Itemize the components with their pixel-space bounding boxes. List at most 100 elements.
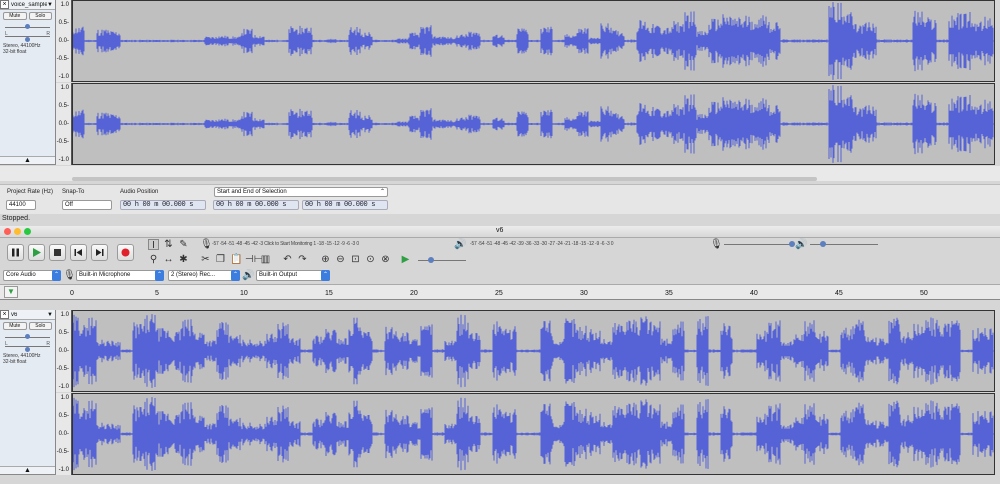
snap-to-select[interactable]: Off xyxy=(62,200,112,210)
close-track-icon[interactable]: × xyxy=(0,310,9,319)
scale-label: -1.0 xyxy=(59,384,69,390)
scale-label: 0.5- xyxy=(59,413,69,419)
track-name-menu[interactable]: voice_sample xyxy=(9,2,47,8)
zoom-window-icon[interactable] xyxy=(24,228,31,235)
output-volume-knob[interactable] xyxy=(820,241,826,247)
mixer-speaker-icon[interactable]: 🔊 xyxy=(795,239,806,250)
skip-to-end-button[interactable] xyxy=(91,244,108,261)
timeshift-tool-icon[interactable]: ↔ xyxy=(163,254,174,265)
amplitude-scale: 1.0 0.5- 0.0- -0.5- -1.0 xyxy=(56,393,72,475)
scale-label: 0.0- xyxy=(59,348,69,354)
dropdown-arrow-icon[interactable]: ▼ xyxy=(47,2,55,8)
track-header: × voice_sample ▼ xyxy=(0,0,55,10)
zoom-in-icon[interactable]: ⊕ xyxy=(320,254,331,265)
track-name-menu[interactable]: v6 xyxy=(9,312,47,318)
selection-mode-select[interactable]: Start and End of Selection ⌃ xyxy=(214,187,388,197)
scale-label: 0.5- xyxy=(59,20,69,26)
copy-icon[interactable]: ❐ xyxy=(215,254,226,265)
record-button[interactable] xyxy=(117,244,134,261)
pan-right-label: R xyxy=(46,31,50,37)
solo-button[interactable]: Solo xyxy=(29,322,53,330)
timeline-tick-label: 20 xyxy=(410,290,418,297)
collapse-track-icon[interactable]: ▲ xyxy=(0,156,55,164)
cut-icon[interactable]: ✂ xyxy=(200,254,211,265)
input-device-select[interactable]: Built-in Microphone⌃ xyxy=(76,270,164,281)
waveform-channel-left[interactable] xyxy=(72,0,995,82)
zoom-tool-icon[interactable]: ⚲ xyxy=(148,254,159,265)
scale-label: 0.0- xyxy=(59,38,69,44)
title-bar: v6 xyxy=(0,226,1000,238)
mute-button[interactable]: Mute xyxy=(3,12,27,20)
track-header: × v6 ▼ xyxy=(0,310,55,320)
pan-right-label: R xyxy=(46,341,50,347)
close-window-icon[interactable] xyxy=(4,228,11,235)
amplitude-scale: 1.0 0.5- 0.0- -0.5- -1.0 xyxy=(56,83,72,165)
paste-icon[interactable]: 📋 xyxy=(230,254,241,265)
waveform-channel-right[interactable] xyxy=(72,393,995,475)
gain-slider[interactable] xyxy=(5,333,50,341)
pause-button[interactable] xyxy=(7,244,24,261)
window-title: v6 xyxy=(496,227,503,234)
timeline-tick-label: 35 xyxy=(665,290,673,297)
input-volume-slider[interactable] xyxy=(724,244,792,245)
pan-left-label: L xyxy=(5,341,8,347)
stop-button[interactable] xyxy=(49,244,66,261)
mixer-microphone-icon[interactable]: 🎙 xyxy=(710,239,721,250)
scale-label: -0.5- xyxy=(57,56,69,62)
timeline-tick-label: 30 xyxy=(580,290,588,297)
updown-icon: ⌃ xyxy=(380,188,385,196)
track-bitdepth: 32-bit float xyxy=(3,49,52,55)
channels-select[interactable]: 2 (Stereo) Rec...⌃ xyxy=(168,270,240,281)
redo-icon[interactable]: ↷ xyxy=(297,254,308,265)
scale-label: -0.5- xyxy=(57,366,69,372)
speaker-icon[interactable]: 🔊 xyxy=(454,239,465,250)
fit-selection-icon[interactable]: ⊡ xyxy=(350,254,361,265)
chevron-icon: ⌃ xyxy=(155,270,164,281)
timeline-tick-label: 15 xyxy=(325,290,333,297)
play-at-speed-icon[interactable]: ▶ xyxy=(400,254,411,265)
timeline-ruler[interactable]: ▼ 051015202530354045505 xyxy=(0,284,1000,300)
amplitude-scale: 1.0 0.5- 0.0- -0.5- -1.0 xyxy=(56,310,72,392)
record-meter-microphone-icon[interactable]: 🎙 xyxy=(200,239,211,250)
gain-slider[interactable] xyxy=(5,23,50,31)
audio-host-select[interactable]: Core Audio⌃ xyxy=(3,270,61,281)
pan-slider[interactable]: LR xyxy=(5,342,50,350)
dropdown-arrow-icon[interactable]: ▼ xyxy=(47,312,55,318)
trim-icon[interactable]: ⊣⊢ xyxy=(245,254,256,265)
waveform-channel-left[interactable] xyxy=(72,310,995,392)
project-rate-combo[interactable]: 44100 xyxy=(6,200,36,210)
pan-slider[interactable]: LR xyxy=(5,32,50,40)
horizontal-scrollbar[interactable] xyxy=(72,177,817,181)
fit-project-icon[interactable]: ⊙ xyxy=(365,254,376,265)
zoom-out-icon[interactable]: ⊖ xyxy=(335,254,346,265)
minimize-window-icon[interactable] xyxy=(14,228,21,235)
project-rate-label: Project Rate (Hz) xyxy=(7,189,53,195)
close-track-icon[interactable]: × xyxy=(0,0,9,9)
draw-tool-icon[interactable]: ✎ xyxy=(178,239,189,250)
play-speed-slider[interactable] xyxy=(418,260,466,261)
multi-tool-icon[interactable]: ✱ xyxy=(178,254,189,265)
playback-meter[interactable]: -57 -54 -51 -48 -45 -42 -39 -36 -33 -30 … xyxy=(470,241,705,249)
play-button[interactable] xyxy=(28,244,45,261)
output-device-select[interactable]: Built-in Output⌃ xyxy=(256,270,330,281)
selection-start-time[interactable]: 00 h 00 m 00.000 s xyxy=(213,200,299,210)
play-speed-knob[interactable] xyxy=(428,257,434,263)
selection-mode-value: Start and End of Selection xyxy=(217,189,287,195)
waveform-channel-right[interactable] xyxy=(72,83,995,165)
audio-position-label: Audio Position xyxy=(120,189,158,195)
silence-icon[interactable]: ▥ xyxy=(260,254,271,265)
play-head-icon[interactable]: ▼ xyxy=(4,286,18,298)
undo-icon[interactable]: ↶ xyxy=(282,254,293,265)
mute-button[interactable]: Mute xyxy=(3,322,27,330)
selection-tool-icon[interactable]: I xyxy=(148,239,159,250)
record-meter[interactable]: -57 -54 -51 -48 -45 -42 -3 Click to Star… xyxy=(212,241,447,249)
zoom-toggle-icon[interactable]: ⊗ xyxy=(380,254,391,265)
collapse-track-icon[interactable]: ▲ xyxy=(0,466,55,474)
envelope-tool-icon[interactable]: ⇅ xyxy=(163,239,174,250)
timeline-tick-label: 40 xyxy=(750,290,758,297)
scale-label: -1.0 xyxy=(59,157,69,163)
skip-to-start-button[interactable] xyxy=(70,244,87,261)
selection-end-time[interactable]: 00 h 00 m 00.000 s xyxy=(302,200,388,210)
solo-button[interactable]: Solo xyxy=(29,12,53,20)
audio-position-time[interactable]: 00 h 00 m 00.000 s xyxy=(120,200,206,210)
